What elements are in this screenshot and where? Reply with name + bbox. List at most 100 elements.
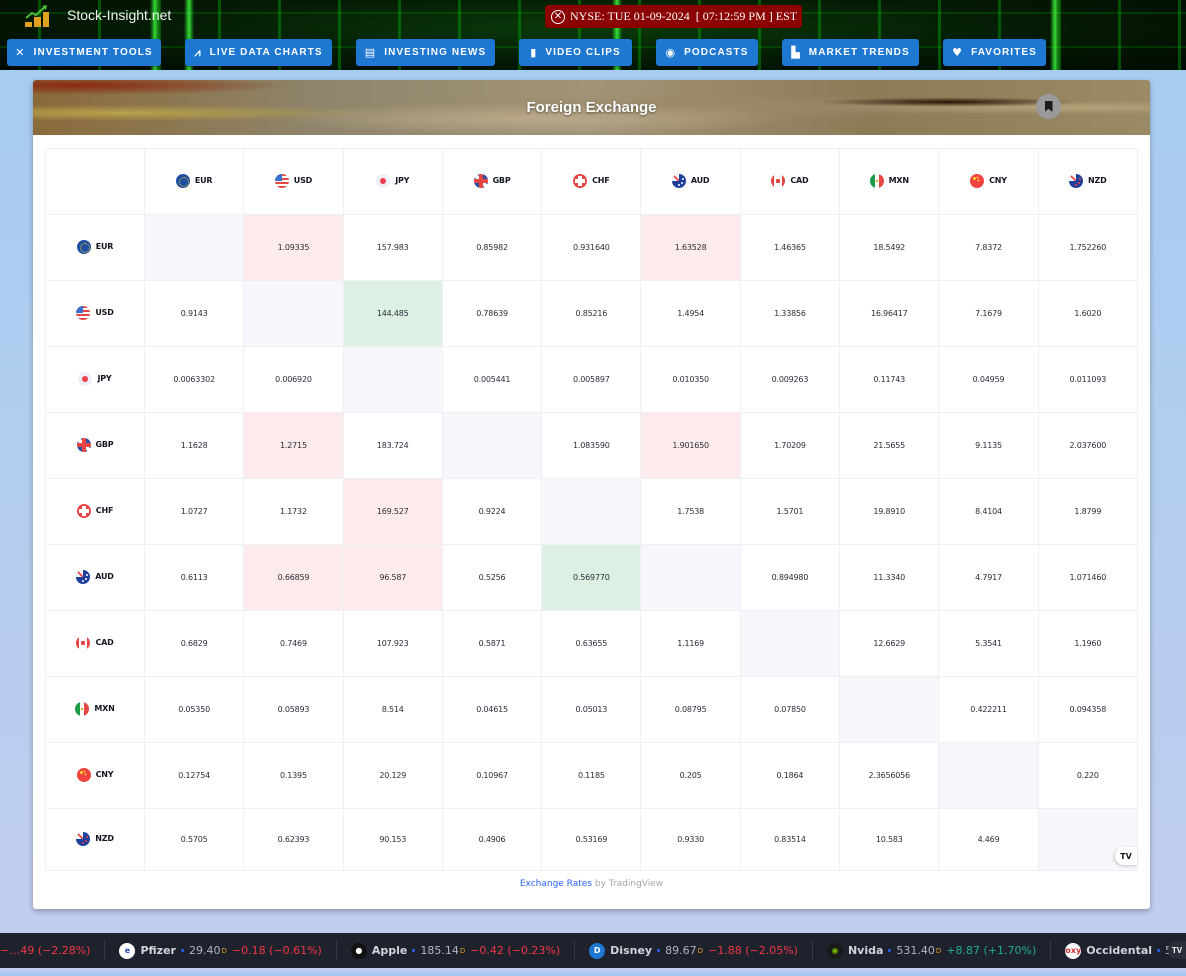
row-header-gbp[interactable]: GBP [45,412,145,479]
rate-cell[interactable]: 18.5492 [839,214,940,281]
rate-cell[interactable]: 0.931640 [541,214,642,281]
rate-cell[interactable]: 0.010350 [640,346,741,413]
rate-cell[interactable]: 169.527 [342,478,443,545]
rate-cell[interactable]: 144.485 [342,280,443,347]
nav-investing-news[interactable]: ▤ INVESTING NEWS [356,39,495,66]
rate-cell[interactable]: 1.33856 [739,280,841,347]
rate-cell[interactable]: 0.85216 [541,280,642,347]
rate-cell[interactable]: 1.8799 [1037,478,1138,545]
rate-cell[interactable]: 0.12754 [143,742,245,809]
rate-cell[interactable]: 0.66859 [243,544,344,611]
rate-cell[interactable]: 0.6829 [143,610,245,677]
rate-cell[interactable]: 1.63528 [640,214,741,281]
rate-cell[interactable]: 0.005441 [441,346,543,413]
rate-cell[interactable]: 0.85982 [441,214,543,281]
nav-live-data-charts[interactable]: ⩘ LIVE DATA CHARTS [185,39,332,66]
rate-cell[interactable]: 0.1395 [243,742,344,809]
rate-cell[interactable]: 12.6629 [839,610,940,677]
ticker-item[interactable]: e Pfizer 29.40 D −0.18 (−0.61%) [104,940,335,961]
rate-cell[interactable]: 0.9330 [640,808,741,871]
column-header-jpy[interactable]: JPY [342,148,443,215]
rate-cell[interactable]: 183.724 [342,412,443,479]
row-header-eur[interactable]: EUR [45,214,145,281]
rate-cell[interactable]: 90.153 [342,808,443,871]
rate-cell[interactable]: 96.587 [342,544,443,611]
rate-cell[interactable]: 1.4954 [640,280,741,347]
rate-cell[interactable]: 1.70209 [739,412,841,479]
rate-cell[interactable]: 16.96417 [839,280,940,347]
rate-cell[interactable]: 1.1732 [243,478,344,545]
rate-cell[interactable]: 1.083590 [541,412,642,479]
rate-cell[interactable]: 1.1960 [1037,610,1138,677]
rate-cell[interactable]: 0.04959 [938,346,1039,413]
ticker-tradingview-button[interactable]: TV [1168,941,1186,959]
rate-cell[interactable]: 1.6020 [1037,280,1138,347]
column-header-aud[interactable]: AUD [640,148,741,215]
column-header-usd[interactable]: USD [243,148,344,215]
rate-cell[interactable]: 0.08795 [640,676,741,743]
rate-cell[interactable]: 1.1169 [640,610,741,677]
rate-cell[interactable]: 0.9224 [441,478,543,545]
rate-cell[interactable]: 21.5655 [839,412,940,479]
rate-cell[interactable]: 0.83514 [739,808,841,871]
ticker-item[interactable]: ● Apple 185.14 D −0.42 (−0.23%) [335,940,574,961]
rate-cell[interactable]: 1.09335 [243,214,344,281]
row-header-nzd[interactable]: NZD [45,808,145,871]
rate-cell[interactable]: 157.983 [342,214,443,281]
rate-cell[interactable]: 2.3656056 [839,742,940,809]
rate-cell[interactable]: 4.7917 [938,544,1039,611]
rate-cell[interactable]: 10.583 [839,808,940,871]
ticker-item[interactable]: ◉ Nvida 531.40 D +8.87 (+1.70%) [811,940,1050,961]
rate-cell[interactable]: 1.46365 [739,214,841,281]
rate-cell[interactable]: 1.7538 [640,478,741,545]
rate-cell[interactable]: 9.1135 [938,412,1039,479]
rate-cell[interactable]: 1.071460 [1037,544,1138,611]
rate-cell[interactable]: 1.0727 [143,478,245,545]
rate-cell[interactable]: 0.63655 [541,610,642,677]
nav-video-clips[interactable]: ▮ VIDEO CLIPS [519,39,632,66]
rate-cell[interactable]: 0.220 [1037,742,1138,809]
rate-cell[interactable]: 11.3340 [839,544,940,611]
rate-cell[interactable]: 0.9143 [143,280,245,347]
rate-cell[interactable]: 0.005897 [541,346,642,413]
rate-cell[interactable]: 0.05350 [143,676,245,743]
rate-cell[interactable]: 5.3541 [938,610,1039,677]
rate-cell[interactable]: 0.006920 [243,346,344,413]
nav-favorites[interactable]: ♥ FAVORITES [943,39,1046,66]
rate-cell[interactable]: 0.10967 [441,742,543,809]
rate-cell[interactable]: 19.8910 [839,478,940,545]
nav-market-trends[interactable]: ▙ MARKET TRENDS [782,39,919,66]
rate-cell[interactable]: 0.4906 [441,808,543,871]
rate-cell[interactable]: 0.205 [640,742,741,809]
site-logo-icon[interactable] [24,4,50,28]
rate-cell[interactable]: 20.129 [342,742,443,809]
rate-cell[interactable]: 1.1628 [143,412,245,479]
rate-cell[interactable]: 0.5256 [441,544,543,611]
rate-cell[interactable]: 0.094358 [1037,676,1138,743]
rate-cell[interactable]: 0.78639 [441,280,543,347]
column-header-gbp[interactable]: GBP [441,148,543,215]
site-title[interactable]: Stock-Insight.net [67,7,171,23]
column-header-cny[interactable]: CNY [938,148,1039,215]
bookmark-button[interactable] [1036,94,1061,119]
rate-cell[interactable]: 107.923 [342,610,443,677]
row-header-chf[interactable]: CHF [45,478,145,545]
rate-cell[interactable]: 1.752260 [1037,214,1138,281]
row-header-cny[interactable]: CNY [45,742,145,809]
ticker-item[interactable]: −…49 (−2.28%) [0,941,104,961]
column-header-nzd[interactable]: NZD [1037,148,1138,215]
rate-cell[interactable]: 0.0063302 [143,346,245,413]
rate-cell[interactable]: 0.569770 [541,544,642,611]
rate-cell[interactable]: 0.53169 [541,808,642,871]
row-header-mxn[interactable]: MXN [45,676,145,743]
rate-cell[interactable]: 1.5701 [739,478,841,545]
rate-cell[interactable]: 8.514 [342,676,443,743]
rate-cell[interactable]: 2.037600 [1037,412,1138,479]
rate-cell[interactable]: 0.1864 [739,742,841,809]
row-header-usd[interactable]: USD [45,280,145,347]
nav-investment-tools[interactable]: ✕ INVESTMENT TOOLS [7,39,161,66]
rate-cell[interactable]: 0.5705 [143,808,245,871]
tradingview-logo-button[interactable]: TV [1115,847,1137,865]
rate-cell[interactable]: 0.05893 [243,676,344,743]
rate-cell[interactable]: 4.469 [938,808,1039,871]
